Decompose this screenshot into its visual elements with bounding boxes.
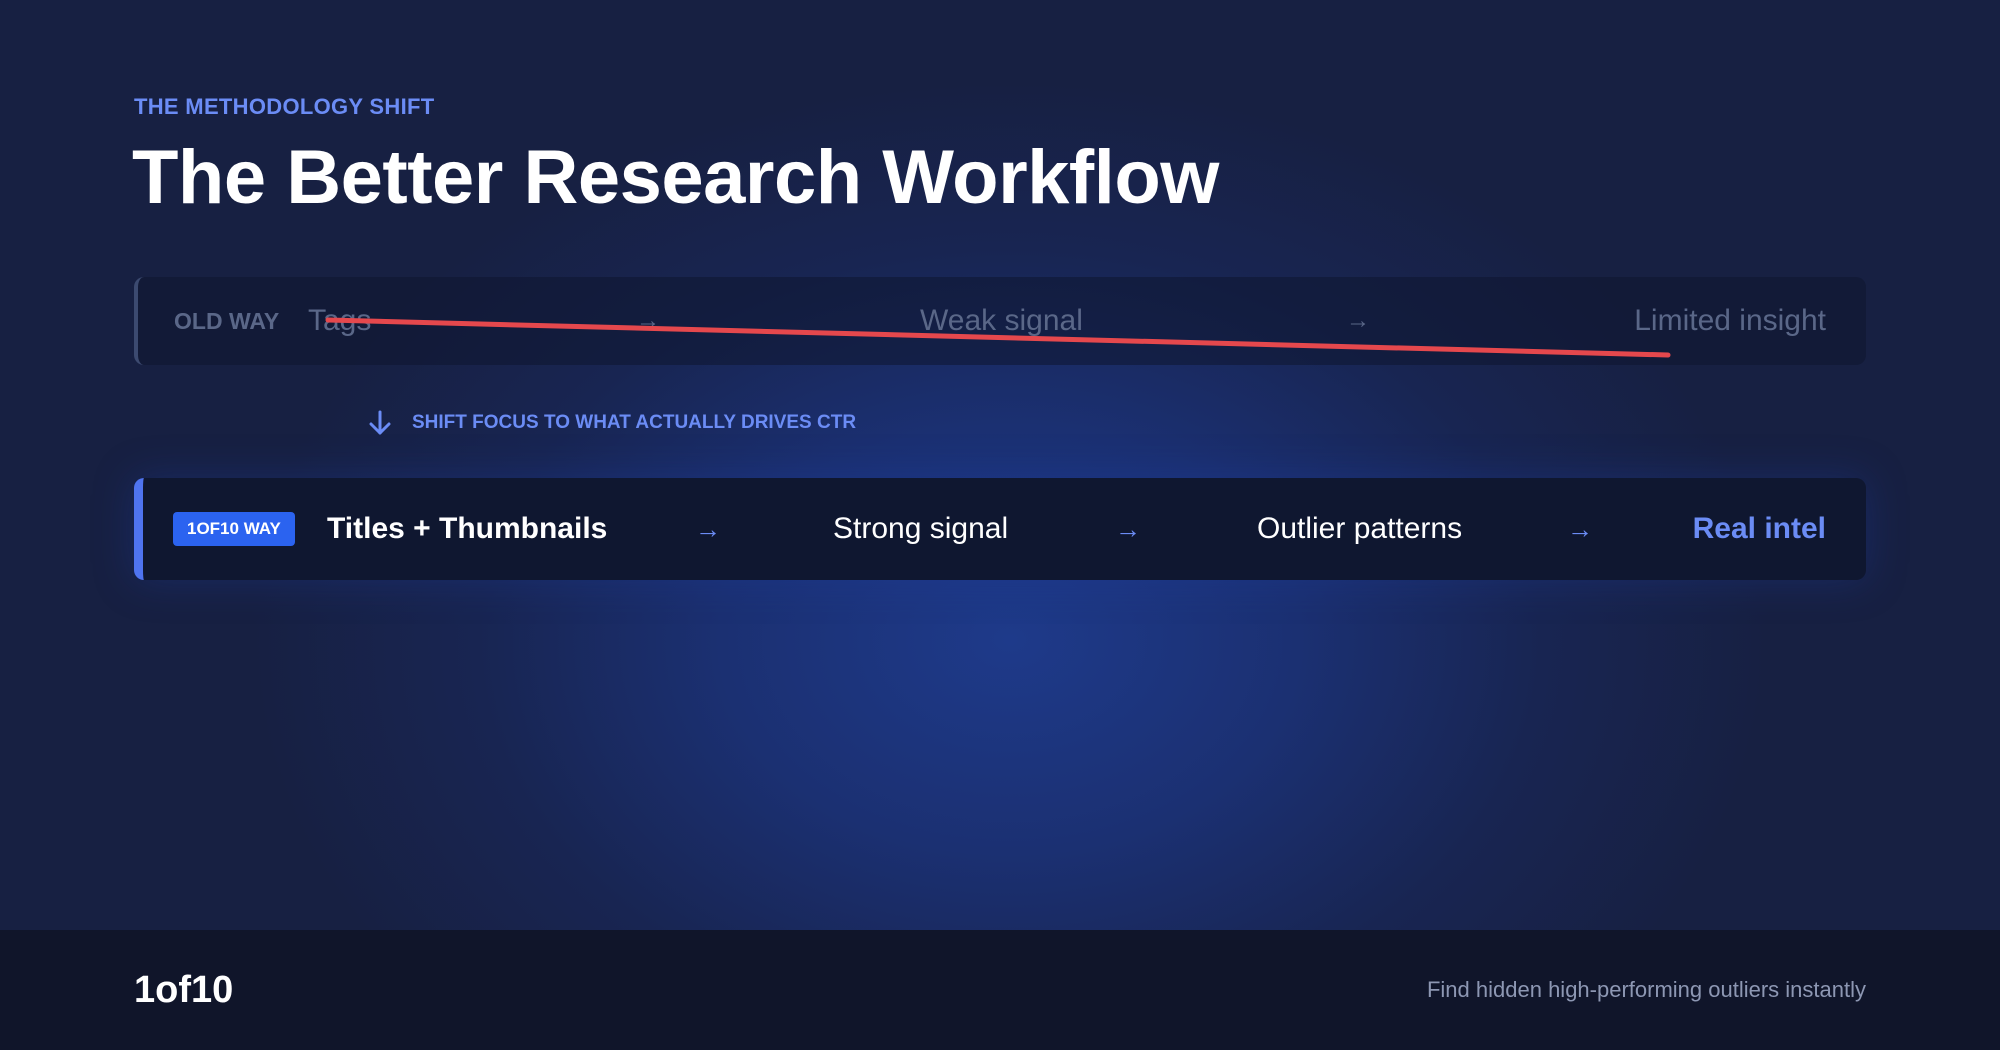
new-step-titles-thumbnails: Titles + Thumbnails — [327, 512, 608, 545]
new-step-outlier-patterns: Outlier patterns — [1257, 512, 1463, 545]
arrow-down-icon — [369, 410, 391, 435]
arrow-right-icon: → — [1567, 514, 1593, 544]
footer-tagline: Find hidden high-performing outliers ins… — [1426, 977, 1866, 1002]
old-way-row: OLD WAY Tags → Weak signal → Limited ins… — [134, 277, 1866, 365]
arrow-right-icon: → — [1115, 514, 1141, 544]
footer: 1of10 Find hidden high-performing outlie… — [0, 930, 2000, 1050]
arrow-right-icon: → — [695, 514, 721, 544]
brand-logo: 1of10 — [134, 969, 234, 1011]
new-way-badge: 1OF10 WAY — [173, 512, 295, 546]
shift-text: SHIFT FOCUS TO WHAT ACTUALLY DRIVES CTR — [412, 412, 857, 433]
shift-note: SHIFT FOCUS TO WHAT ACTUALLY DRIVES CTR — [366, 405, 856, 441]
new-way-row: 1OF10 WAY Titles + Thumbnails → Strong s… — [134, 478, 1866, 580]
new-step-strong-signal: Strong signal — [833, 512, 1009, 545]
eyebrow-label: THE METHODOLOGY SHIFT — [134, 94, 435, 119]
strikethrough-line — [325, 317, 1671, 358]
page-title: The Better Research Workflow — [132, 135, 1219, 220]
new-step-real-intel: Real intel — [1692, 512, 1826, 545]
